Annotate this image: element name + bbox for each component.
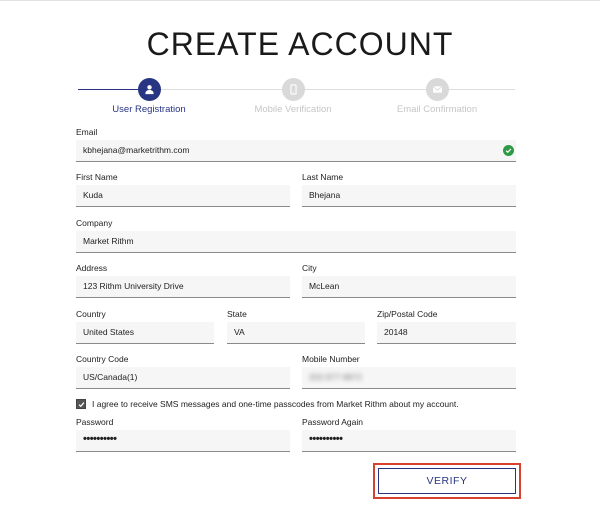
password-again-label: Password Again	[302, 417, 363, 427]
zip-input[interactable]: 20148	[377, 322, 516, 344]
city-input[interactable]: McLean	[302, 276, 516, 298]
city-value: McLean	[309, 281, 340, 291]
state-field-group: State VA	[227, 309, 365, 344]
company-field-group: Company Market Rithm	[76, 218, 516, 253]
email-value: kbhejana@marketrithm.com	[83, 145, 190, 155]
sms-consent-checkbox[interactable]	[76, 399, 86, 409]
password-again-field-group: Password Again ••••••••••	[302, 417, 516, 452]
step-mobile-verification: Mobile Verification	[228, 78, 358, 115]
state-label: State	[227, 309, 247, 319]
step-label: Mobile Verification	[254, 104, 332, 115]
country-code-label: Country Code	[76, 354, 129, 364]
country-code-value: US/Canada(1)	[83, 372, 138, 382]
state-value: VA	[234, 327, 245, 337]
zip-field-group: Zip/Postal Code 20148	[377, 309, 516, 344]
sms-consent: I agree to receive SMS messages and one-…	[76, 399, 459, 409]
password-value: ••••••••••	[83, 433, 117, 445]
first-name-value: Kuda	[83, 190, 103, 200]
company-label: Company	[76, 218, 113, 228]
zip-label: Zip/Postal Code	[377, 309, 438, 319]
mobile-number-input[interactable]: 202-977-9872	[302, 367, 516, 389]
address-input[interactable]: 123 Rithm University Drive	[76, 276, 290, 298]
email-input[interactable]: kbhejana@marketrithm.com	[76, 140, 516, 162]
mobile-number-field-group: Mobile Number 202-977-9872	[302, 354, 516, 389]
address-label: Address	[76, 263, 108, 273]
check-circle-icon	[503, 145, 514, 156]
company-input[interactable]: Market Rithm	[76, 231, 516, 253]
first-name-label: First Name	[76, 172, 118, 182]
last-name-field-group: Last Name Bhejana	[302, 172, 516, 207]
country-code-select[interactable]: US/Canada(1)	[76, 367, 290, 389]
city-field-group: City McLean	[302, 263, 516, 298]
country-label: Country	[76, 309, 106, 319]
country-code-field-group: Country Code US/Canada(1)	[76, 354, 290, 389]
email-label: Email	[76, 127, 98, 137]
mobile-number-value: 202-977-9872	[309, 372, 362, 382]
mobile-phone-icon	[281, 78, 305, 101]
last-name-value: Bhejana	[309, 190, 341, 200]
address-field-group: Address 123 Rithm University Drive	[76, 263, 290, 298]
page-title: CREATE ACCOUNT	[146, 26, 454, 62]
verify-button[interactable]: VERIFY	[378, 468, 516, 494]
country-select[interactable]: United States	[76, 322, 214, 344]
envelope-icon	[425, 78, 449, 101]
step-email-confirmation: Email Confirmation	[372, 78, 502, 115]
last-name-input[interactable]: Bhejana	[302, 185, 516, 207]
step-label: User Registration	[112, 104, 186, 115]
user-icon	[137, 78, 161, 101]
create-account-page: CREATE ACCOUNT User Registration Mobile …	[0, 0, 600, 506]
city-label: City	[302, 263, 317, 273]
last-name-label: Last Name	[302, 172, 344, 182]
first-name-field-group: First Name Kuda	[76, 172, 290, 207]
password-label: Password	[76, 417, 114, 427]
step-label: Email Confirmation	[396, 104, 478, 115]
sms-consent-label: I agree to receive SMS messages and one-…	[92, 399, 459, 409]
address-value: 123 Rithm University Drive	[83, 281, 184, 291]
country-value: United States	[83, 327, 135, 337]
country-field-group: Country United States	[76, 309, 214, 344]
mobile-number-label: Mobile Number	[302, 354, 360, 364]
company-value: Market Rithm	[83, 236, 134, 246]
step-user-registration: User Registration	[84, 78, 214, 115]
state-select[interactable]: VA	[227, 322, 365, 344]
zip-value: 20148	[384, 327, 408, 337]
password-input[interactable]: ••••••••••	[76, 430, 290, 452]
password-field-group: Password ••••••••••	[76, 417, 290, 452]
email-field-group: Email kbhejana@marketrithm.com	[76, 127, 516, 162]
password-again-value: ••••••••••	[309, 433, 343, 445]
password-again-input[interactable]: ••••••••••	[302, 430, 516, 452]
first-name-input[interactable]: Kuda	[76, 185, 290, 207]
